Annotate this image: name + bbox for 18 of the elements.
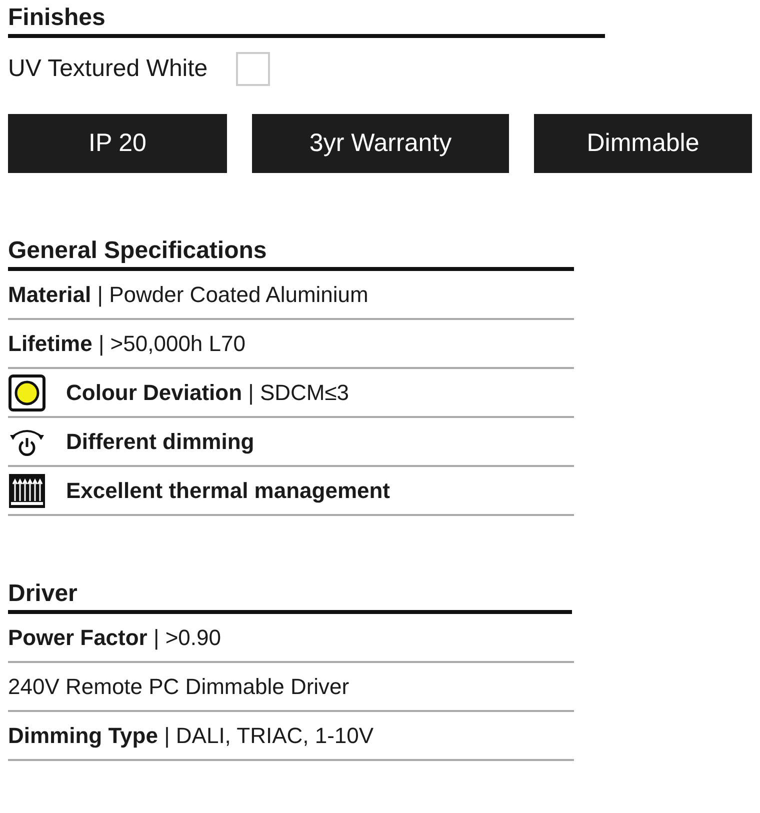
spec-text: Different dimming — [66, 428, 254, 454]
section-heading: Driver — [8, 580, 572, 614]
feature-badge: Dimmable — [534, 114, 752, 173]
spec-text: Lifetime | >50,000h L70 — [8, 330, 246, 356]
finish-label: UV Textured White — [8, 55, 208, 83]
spec-text: Excellent thermal management — [66, 478, 390, 504]
heatsink-icon — [8, 472, 46, 508]
spec-text: Material | Powder Coated Aluminium — [8, 282, 368, 308]
spec-text: Dimming Type | DALI, TRIAC, 1-10V — [8, 722, 374, 748]
spec-text: Power Factor | >0.90 — [8, 624, 221, 650]
section-heading: Finishes — [8, 4, 605, 38]
finish-checkbox[interactable] — [236, 52, 270, 86]
section-heading: General Specifications — [8, 237, 574, 271]
spec-text: 240V Remote PC Dimmable Driver — [8, 674, 350, 700]
spec-text: Colour Deviation | SDCM≤3 — [66, 380, 350, 406]
feature-badge: 3yr Warranty — [252, 114, 509, 173]
led-chip-icon — [8, 374, 46, 412]
feature-badge: IP 20 — [8, 114, 227, 173]
